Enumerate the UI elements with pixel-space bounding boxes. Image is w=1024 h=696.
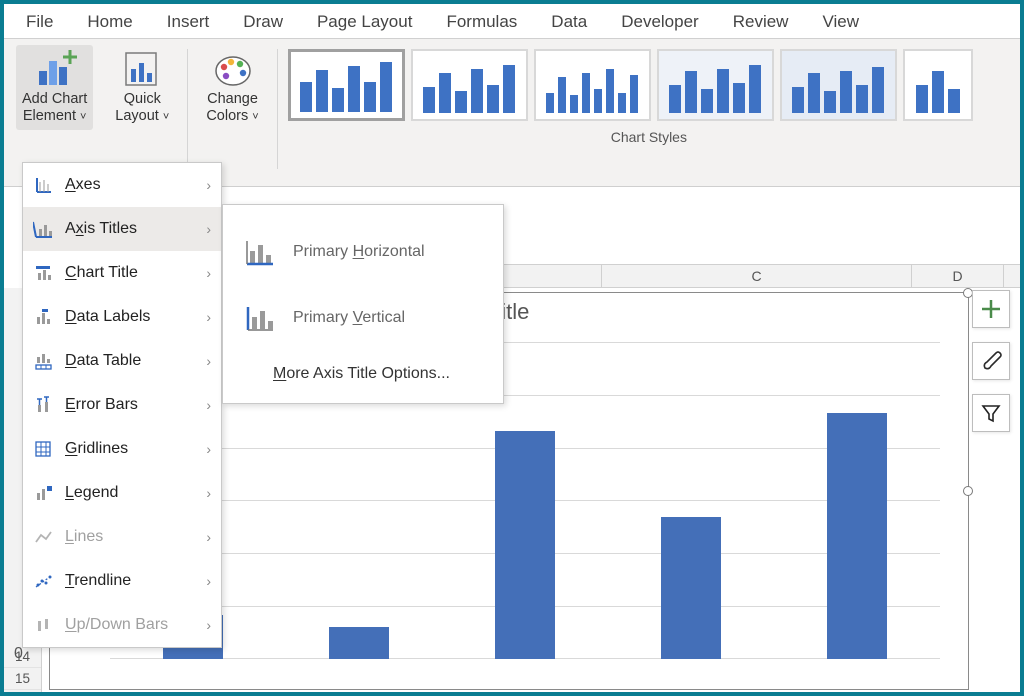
axis-titles-icon	[31, 219, 55, 239]
chart-style-5[interactable]	[780, 49, 897, 121]
trendline-icon	[31, 571, 55, 591]
axes-icon	[31, 175, 55, 195]
ribbon-tabbar: File Home Insert Draw Page Layout Formul…	[4, 4, 1020, 39]
menu-item-label: Gridlines	[65, 440, 128, 458]
axis-vertical-icon	[239, 303, 279, 333]
chart-side-buttons	[972, 290, 1010, 432]
add-chart-element-icon	[33, 49, 77, 89]
chevron-right-icon: ›	[206, 617, 211, 633]
chart-styles-gallery[interactable]	[282, 43, 1016, 121]
chevron-right-icon: ›	[206, 573, 211, 589]
change-colors-label: Change Colors ˅	[206, 91, 258, 126]
chevron-right-icon: ›	[206, 221, 211, 237]
add-chart-element-button[interactable]: Add Chart Element ˅	[16, 45, 93, 130]
chart-styles-button[interactable]	[972, 342, 1010, 380]
data-table-icon	[31, 351, 55, 371]
axis-horizontal-icon	[239, 237, 279, 267]
chart-styles-label: Chart Styles	[282, 129, 1016, 145]
chart-style-3[interactable]	[534, 49, 651, 121]
menu-item-label: Chart Title	[65, 264, 138, 282]
data-labels-icon	[31, 307, 55, 327]
primary-vertical-label: Primary Vertical	[293, 309, 405, 327]
menu-item-gridlines[interactable]: Gridlines ›	[23, 427, 221, 471]
chevron-right-icon: ›	[206, 265, 211, 281]
gridlines-icon	[31, 439, 55, 459]
tab-developer[interactable]: Developer	[621, 12, 699, 32]
menu-item-trendline[interactable]: Trendline ›	[23, 559, 221, 603]
chevron-right-icon: ›	[206, 177, 211, 193]
ribbon-separator-2	[277, 49, 278, 169]
menu-item-error-bars[interactable]: Error Bars ›	[23, 383, 221, 427]
tab-view[interactable]: View	[822, 12, 859, 32]
lines-icon	[31, 527, 55, 547]
chart-style-6[interactable]	[903, 49, 973, 121]
bar-4[interactable]	[661, 517, 721, 659]
tab-review[interactable]: Review	[733, 12, 789, 32]
menu-item-label: Legend	[65, 484, 118, 502]
menu-item-chart-title[interactable]: Chart Title ›	[23, 251, 221, 295]
menu-item-label: Data Labels	[65, 308, 150, 326]
ribbon-separator	[187, 49, 188, 169]
menu-item-label: Lines	[65, 528, 103, 546]
tab-draw[interactable]: Draw	[243, 12, 283, 32]
chevron-right-icon: ›	[206, 485, 211, 501]
menu-item-axes[interactable]: Axes ›	[23, 163, 221, 207]
chevron-right-icon: ›	[206, 397, 211, 413]
col-header-c[interactable]: C	[602, 265, 912, 287]
menu-item-label: Data Table	[65, 352, 141, 370]
menu-item-label: Up/Down Bars	[65, 616, 168, 634]
menu-item-label: Axis Titles	[65, 220, 137, 238]
quick-layout-label: Quick Layout ˅	[115, 91, 169, 126]
brush-icon	[980, 350, 1002, 372]
bar-2[interactable]	[329, 627, 389, 659]
error-bars-icon	[31, 395, 55, 415]
chart-title-icon	[31, 263, 55, 283]
resize-handle[interactable]	[963, 486, 973, 496]
chart-style-2[interactable]	[411, 49, 528, 121]
primary-vertical-item[interactable]: Primary Vertical	[223, 285, 503, 351]
chevron-right-icon: ›	[206, 441, 211, 457]
legend-icon	[31, 483, 55, 503]
menu-item-legend[interactable]: Legend ›	[23, 471, 221, 515]
bar-5[interactable]	[827, 413, 887, 659]
palette-icon	[212, 49, 254, 89]
menu-item-data-labels[interactable]: Data Labels ›	[23, 295, 221, 339]
updown-bars-icon	[31, 615, 55, 635]
menu-item-lines: Lines ›	[23, 515, 221, 559]
chart-style-4[interactable]	[657, 49, 774, 121]
menu-item-label: Error Bars	[65, 396, 138, 414]
menu-item-label: Trendline	[65, 572, 131, 590]
funnel-icon	[980, 402, 1002, 424]
chevron-right-icon: ›	[206, 529, 211, 545]
more-axis-title-options[interactable]: More Axis Title Options...	[223, 351, 503, 389]
tab-data[interactable]: Data	[551, 12, 587, 32]
plus-icon	[980, 298, 1002, 320]
row-header-15[interactable]: 15	[4, 668, 41, 690]
change-colors-button[interactable]: Change Colors ˅	[200, 45, 264, 130]
chart-style-1[interactable]	[288, 49, 405, 121]
quick-layout-icon	[122, 49, 162, 89]
chart-elements-button[interactable]	[972, 290, 1010, 328]
quick-layout-button[interactable]: Quick Layout ˅	[109, 45, 175, 130]
menu-item-axis-titles[interactable]: Axis Titles ›	[23, 207, 221, 251]
add-chart-element-menu: Axes›Axis Titles›Chart Title›Data Labels…	[22, 162, 222, 648]
primary-horizontal-item[interactable]: Primary Horizontal	[223, 219, 503, 285]
add-chart-element-label: Add Chart Element ˅	[22, 91, 87, 126]
axis-titles-submenu: Primary Horizontal Primary Vertical More…	[222, 204, 504, 404]
col-header-d[interactable]: D	[912, 265, 1004, 287]
tab-file[interactable]: File	[26, 12, 53, 32]
tab-insert[interactable]: Insert	[167, 12, 210, 32]
chevron-right-icon: ›	[206, 353, 211, 369]
chart-filters-button[interactable]	[972, 394, 1010, 432]
primary-horizontal-label: Primary Horizontal	[293, 243, 425, 261]
menu-item-data-table[interactable]: Data Table ›	[23, 339, 221, 383]
bar-3[interactable]	[495, 431, 555, 659]
tab-formulas[interactable]: Formulas	[446, 12, 517, 32]
chevron-right-icon: ›	[206, 309, 211, 325]
menu-item-label: Axes	[65, 176, 101, 194]
tab-page-layout[interactable]: Page Layout	[317, 12, 412, 32]
menu-item-updown-bars: Up/Down Bars ›	[23, 603, 221, 647]
tab-home[interactable]: Home	[87, 12, 132, 32]
